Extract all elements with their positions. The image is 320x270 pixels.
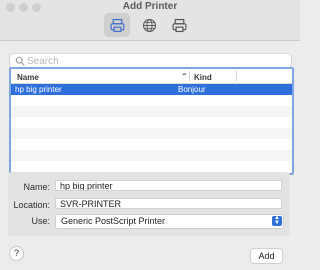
sort-ascending-icon[interactable]: ⌃ [181,72,188,81]
window-titlebar: Add Printer [0,0,300,41]
printer-name-cell: hp big printer [15,85,62,94]
list-row-selected[interactable]: hp big printer Bonjour [11,84,292,95]
chevron-updown-icon[interactable]: ▲ ▼ [272,215,282,226]
globe-icon [142,18,156,32]
add-button[interactable]: Add [250,248,283,264]
name-field[interactable] [55,180,282,191]
column-divider[interactable] [236,71,237,81]
windows-printer-icon [172,18,186,32]
printer-icon [110,18,124,32]
ip-printer-tab[interactable] [136,13,162,37]
column-divider[interactable] [189,71,190,81]
windows-printer-tab[interactable] [166,13,192,37]
location-field[interactable] [55,198,282,209]
printer-details-form: Name: Location: Use: Generic PostScript … [8,172,290,236]
empty-row [11,139,292,150]
default-printers-tab[interactable] [104,13,130,37]
location-label: Location: [13,200,50,210]
column-header-kind[interactable]: Kind [194,73,212,82]
printer-kind-cell: Bonjour [178,85,206,94]
empty-row [11,128,292,139]
list-header: Name ⌃ Kind [11,69,292,84]
empty-row [11,161,292,172]
printer-list[interactable]: Name ⌃ Kind hp big printer Bonjour [9,67,294,175]
empty-row [11,117,292,128]
column-header-name[interactable]: Name [17,73,39,82]
empty-row [11,106,292,117]
search-icon [15,56,25,66]
help-button[interactable]: ? [9,246,24,261]
window-title: Add Printer [122,1,178,12]
driver-select[interactable]: Generic PostScript Printer ▲ ▼ [55,214,284,229]
use-label: Use: [31,216,50,226]
empty-row [11,150,292,161]
driver-select-value: Generic PostScript Printer [61,216,166,226]
search-input[interactable] [27,54,282,68]
empty-row [11,95,292,106]
name-label: Name: [23,182,50,192]
